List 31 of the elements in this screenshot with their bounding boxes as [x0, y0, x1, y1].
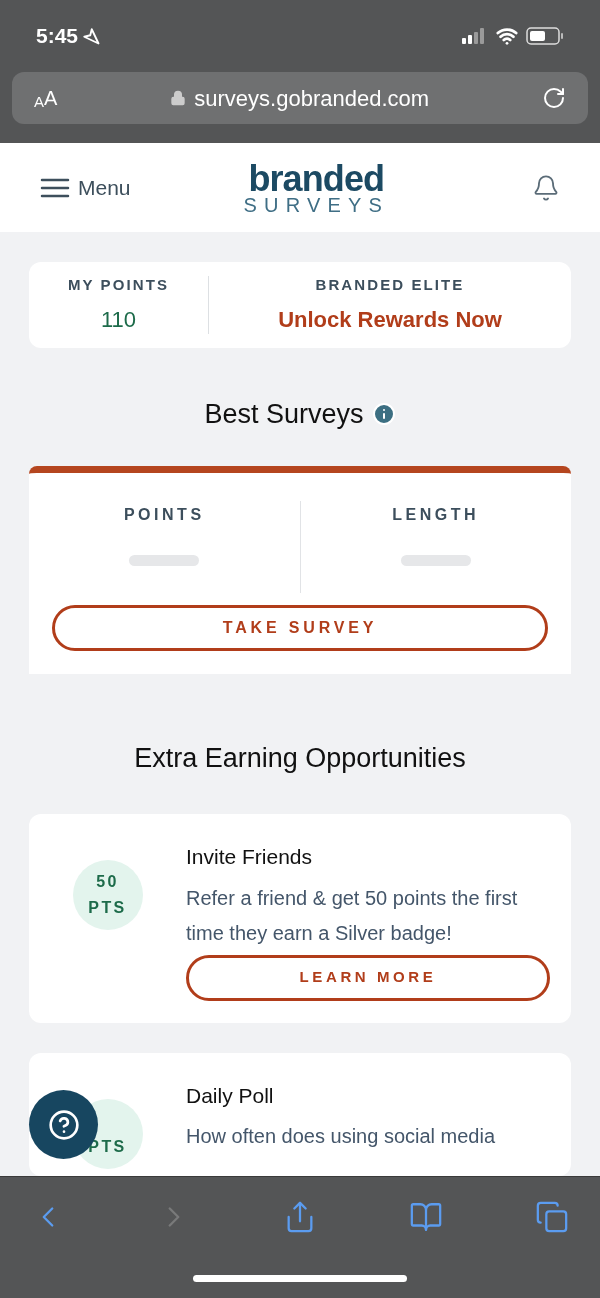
card-description: How often does using social media	[186, 1124, 497, 1149]
elite-label: BRANDED ELITE	[315, 275, 465, 296]
loading-placeholder	[129, 554, 200, 566]
points-badge: 50 PTS	[72, 860, 143, 930]
section-title: Extra Earning Opportunities	[133, 741, 467, 775]
url-field[interactable]: surveys.gobranded.com	[194, 81, 430, 115]
column-label: POINTS	[123, 504, 205, 525]
points-label: MY POINTS	[67, 275, 170, 296]
bell-icon[interactable]	[532, 173, 560, 202]
unlock-rewards-link[interactable]: Unlock Rewards Now	[278, 302, 502, 336]
column-label: LENGTH	[392, 504, 480, 525]
card-title: Daily Poll	[186, 1082, 275, 1109]
learn-more-button[interactable]: LEARN MORE	[186, 954, 550, 1001]
menu-button[interactable]: Menu	[40, 171, 131, 204]
card-title: Invite Friends	[186, 844, 314, 870]
info-icon[interactable]	[371, 401, 396, 426]
battery-icon	[526, 27, 564, 45]
clock-time: 5:45	[36, 23, 79, 50]
location-arrow-icon	[82, 27, 101, 45]
reload-icon[interactable]	[542, 86, 566, 110]
wifi-icon	[496, 25, 518, 47]
branded-surveys-logo[interactable]: branded SURVEYS	[243, 160, 390, 215]
card-description: Refer a friend & get 50 points the first time they earn a Silver badge!	[186, 885, 519, 946]
help-icon	[47, 1108, 80, 1141]
take-survey-button[interactable]: TAKE SURVEY	[52, 604, 548, 651]
section-title: Best Surveys	[204, 397, 364, 431]
points-value: 110	[100, 305, 137, 334]
lock-icon	[170, 90, 187, 106]
text-size-button[interactable]: AA	[34, 83, 58, 113]
loading-placeholder	[400, 554, 471, 566]
menu-icon	[40, 176, 70, 199]
